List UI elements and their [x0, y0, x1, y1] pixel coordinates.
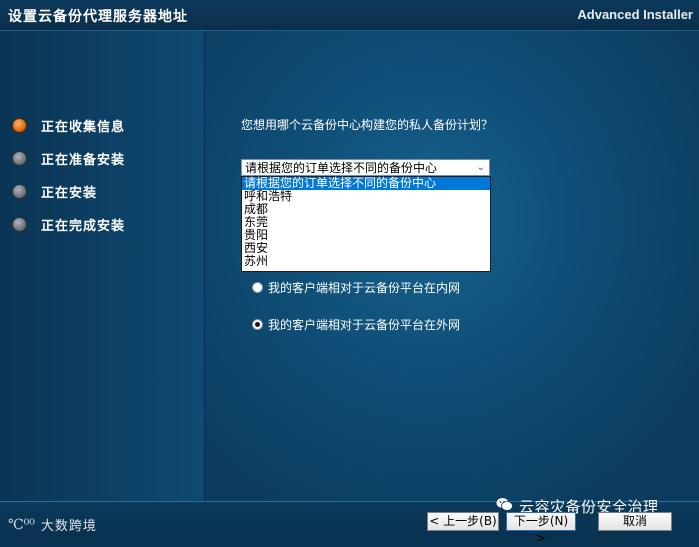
window-title: 设置云备份代理服务器地址: [8, 9, 188, 25]
dropdown-option[interactable]: 成都: [242, 203, 490, 216]
title-bar: 设置云备份代理服务器地址 Advanced Installer: [0, 0, 699, 31]
dropdown-option[interactable]: 贵阳: [242, 229, 490, 242]
step-preparing-install: 正在准备安装: [12, 149, 125, 182]
select-current-value: 请根据您的订单选择不同的备份中心: [245, 161, 438, 175]
step-installing: 正在安装: [12, 182, 125, 215]
step-finishing-install: 正在完成安装: [12, 215, 125, 248]
chevron-down-icon[interactable]: ⌄: [477, 160, 485, 176]
radio-intranet[interactable]: 我的客户端相对于云备份平台在内网: [252, 279, 460, 296]
step-pending-indicator-icon: [12, 217, 27, 232]
logo-mark-icon: ℃⁰⁰: [8, 516, 35, 533]
side-panel: [0, 31, 204, 501]
step-active-indicator-icon: [12, 118, 27, 133]
step-label: 正在收集信息: [41, 120, 126, 135]
backup-center-dropdown-list: 请根据您的订单选择不同的备份中心 呼和浩特 成都 东莞 贵阳 西安 苏州: [241, 176, 491, 272]
step-pending-indicator-icon: [12, 184, 27, 199]
logo-text: 大数跨境: [40, 519, 97, 534]
next-button[interactable]: 下一步(N) >: [506, 512, 576, 545]
installer-brand: Advanced Installer: [577, 7, 693, 22]
cancel-button[interactable]: 取消: [598, 512, 672, 531]
back-button[interactable]: < 上一步(B): [427, 512, 499, 531]
radio-extranet[interactable]: 我的客户端相对于云备份平台在外网: [252, 316, 460, 333]
dropdown-option[interactable]: 苏州: [242, 255, 490, 268]
radio-label: 我的客户端相对于云备份平台在内网: [268, 281, 461, 295]
progress-steps: 正在收集信息 正在准备安装 正在安装 正在完成安装: [12, 116, 125, 248]
dropdown-option[interactable]: 呼和浩特: [242, 190, 490, 203]
step-collecting-info: 正在收集信息: [12, 116, 125, 149]
radio-button-checked[interactable]: [252, 319, 263, 330]
step-pending-indicator-icon: [12, 151, 27, 166]
step-label: 正在安装: [41, 186, 98, 201]
backup-center-select[interactable]: 请根据您的订单选择不同的备份中心 ⌄: [241, 159, 490, 176]
backup-center-question: 您想用哪个云备份中心构建您的私人备份计划？: [241, 118, 494, 132]
radio-button[interactable]: [252, 282, 263, 293]
step-label: 正在准备安装: [41, 153, 126, 168]
footer-logo: ℃⁰⁰ 大数跨境: [8, 515, 97, 535]
radio-label: 我的客户端相对于云备份平台在外网: [268, 318, 461, 332]
step-label: 正在完成安装: [41, 219, 126, 234]
dropdown-option[interactable]: 西安: [242, 242, 490, 255]
dropdown-option[interactable]: 东莞: [242, 216, 490, 229]
